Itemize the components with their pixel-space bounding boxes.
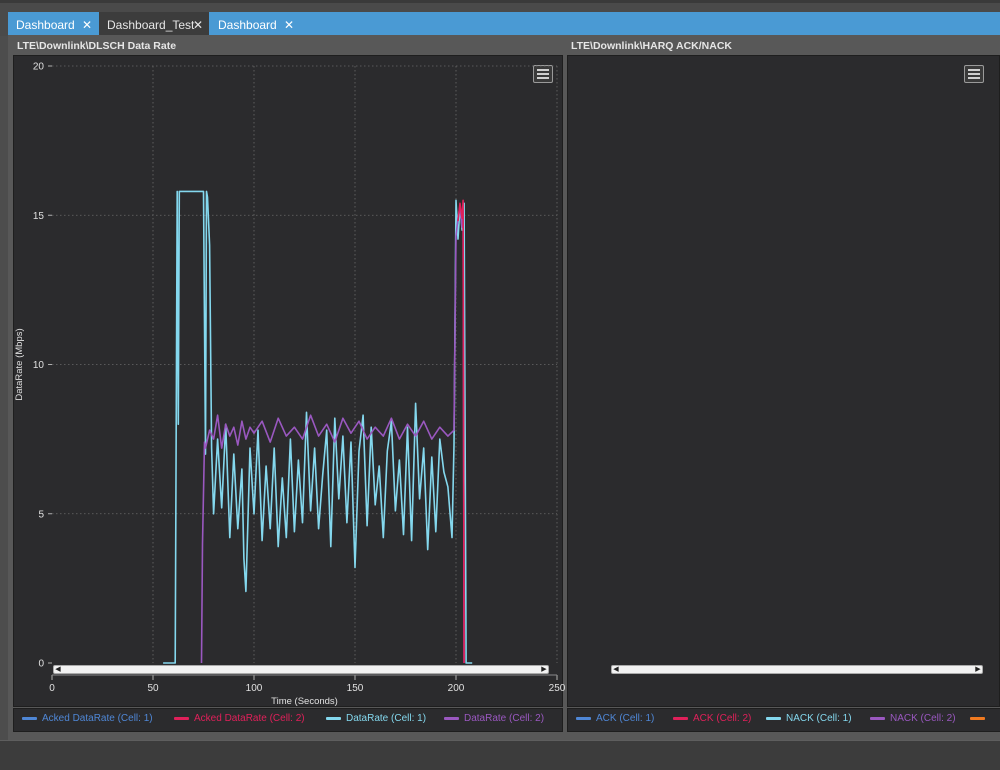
- scroll-right-icon[interactable]: ▶: [541, 666, 547, 673]
- legend-item[interactable]: NACK (Cell: 2): [870, 709, 956, 729]
- x-tick-label: 200: [448, 683, 465, 694]
- legend-swatch: [444, 716, 459, 720]
- legend-label: NACK (Cell: 2): [890, 713, 956, 724]
- panel-title-harq: LTE\Downlink\HARQ ACK/NACK: [571, 40, 732, 52]
- legend-swatch: [576, 716, 591, 720]
- scroll-left-icon[interactable]: ◀: [613, 666, 619, 673]
- scroll-left-icon[interactable]: ◀: [55, 666, 61, 673]
- legend-label: Acked DataRate (Cell: 1): [42, 713, 153, 724]
- legend-label: DataRate (Cell: 2): [464, 713, 545, 724]
- x-tick-label: 150: [347, 683, 364, 694]
- legend-item[interactable]: DataRate (Cell: 2): [444, 709, 544, 729]
- legend-label: ACK (Cell: 2): [693, 713, 752, 724]
- legend-item[interactable]: ACK (Cell: 2): [673, 709, 751, 729]
- status-strip: [0, 740, 1000, 770]
- scroll-right-icon[interactable]: ▶: [975, 666, 981, 673]
- y-tick-label: 15: [33, 211, 45, 222]
- legend-swatch: [870, 716, 885, 720]
- harq-legend: ACK (Cell: 1) ACK (Cell: 2) NACK (Cell: …: [567, 708, 1000, 732]
- x-scrollbar[interactable]: ◀ ▶: [53, 665, 549, 674]
- legend-label: Acked DataRate (Cell: 2): [194, 713, 305, 724]
- legend-item[interactable]: [970, 709, 990, 729]
- harq-chart-frame: [567, 55, 1000, 707]
- legend-swatch: [22, 716, 37, 720]
- dlsch-series-line-1: [200, 205, 465, 664]
- legend-label: DataRate (Cell: 1): [346, 713, 427, 724]
- legend-swatch: [174, 716, 189, 720]
- legend-item[interactable]: NACK (Cell: 1): [766, 709, 852, 729]
- legend-swatch: [766, 716, 781, 720]
- x-scrollbar[interactable]: ◀ ▶: [611, 665, 983, 674]
- x-tick-label: 100: [246, 683, 263, 694]
- menu-icon[interactable]: [964, 65, 984, 83]
- y-tick-label: 0: [38, 659, 44, 670]
- y-tick-label: 5: [38, 509, 44, 520]
- dlsch-legend: Acked DataRate (Cell: 1) Acked DataRate …: [13, 708, 563, 732]
- x-axis-label: Time (Seconds): [271, 696, 338, 707]
- legend-swatch: [673, 716, 688, 720]
- legend-label: ACK (Cell: 1): [596, 713, 655, 724]
- x-tick-label: 250: [549, 683, 566, 694]
- x-tick-label: 50: [147, 683, 159, 694]
- legend-item[interactable]: ACK (Cell: 1): [576, 709, 654, 729]
- dlsch-series-line-2: [457, 199, 465, 664]
- y-axis-label: DataRate (Mbps): [14, 328, 25, 400]
- legend-item[interactable]: DataRate (Cell: 1): [326, 709, 426, 729]
- legend-item[interactable]: Acked DataRate (Cell: 1): [22, 709, 153, 729]
- x-tick-label: 0: [49, 683, 55, 694]
- legend-label: NACK (Cell: 1): [786, 713, 852, 724]
- y-tick-label: 20: [33, 62, 45, 73]
- legend-swatch: [970, 716, 985, 720]
- y-tick-label: 10: [33, 360, 45, 371]
- legend-swatch: [326, 716, 341, 720]
- legend-item[interactable]: Acked DataRate (Cell: 2): [174, 709, 305, 729]
